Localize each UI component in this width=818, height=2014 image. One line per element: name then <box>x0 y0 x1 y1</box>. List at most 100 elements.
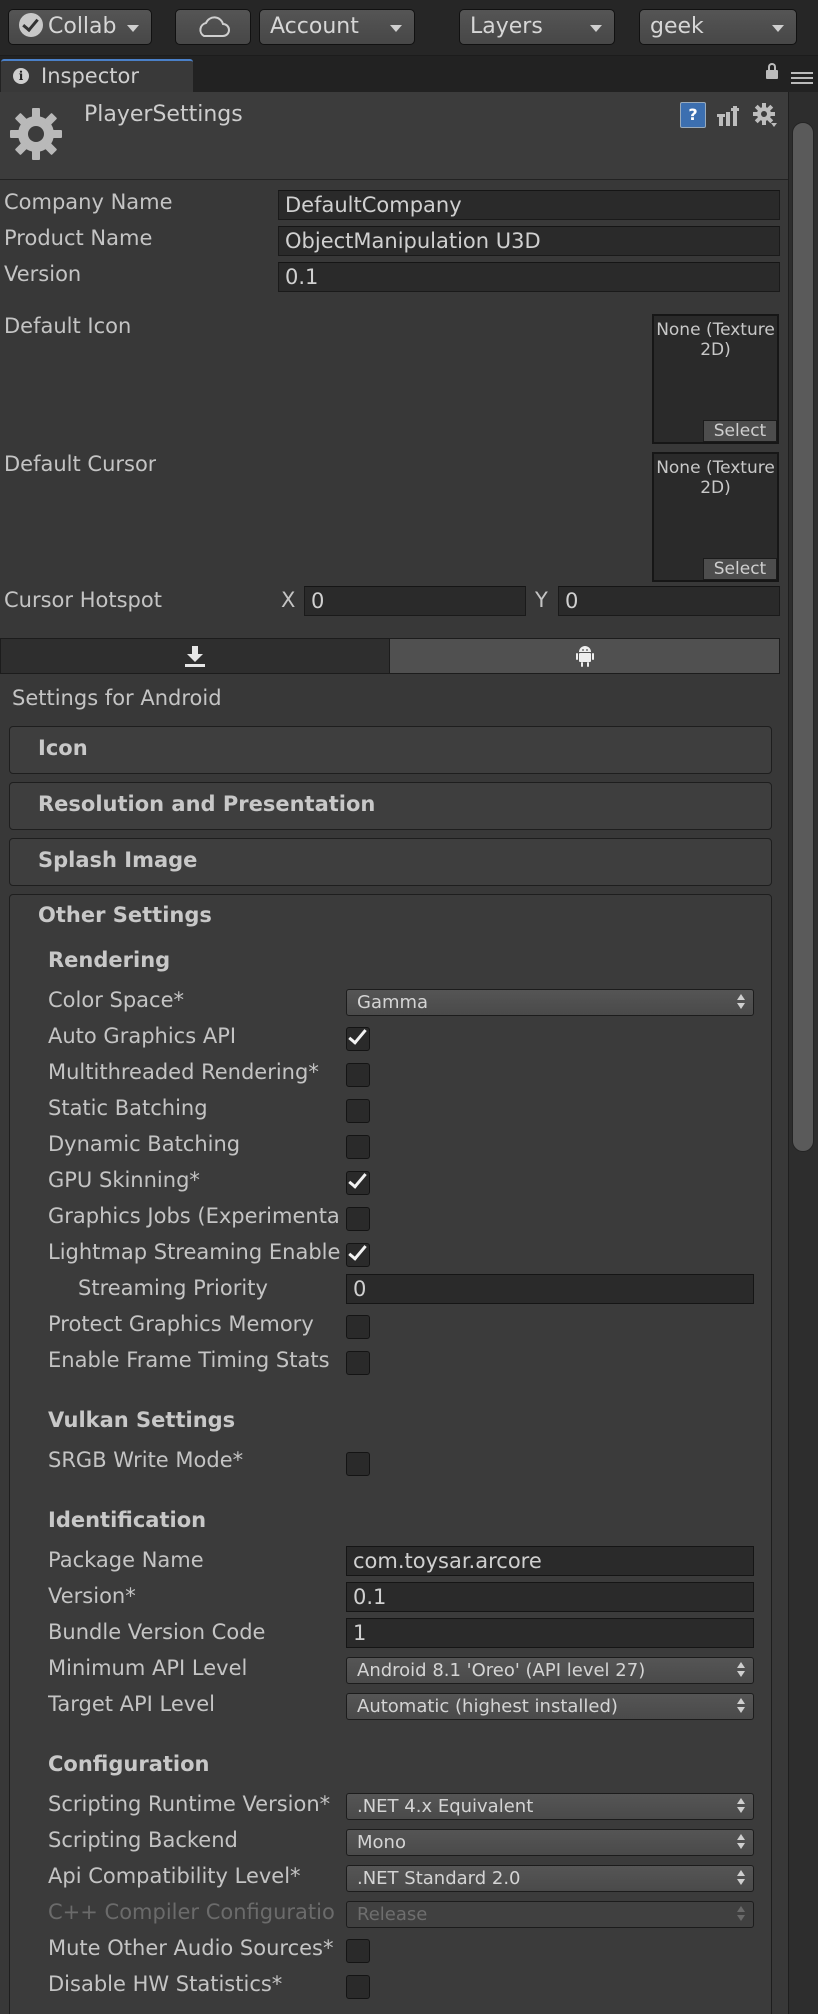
bundle-version-code-field[interactable]: 1 <box>346 1618 754 1648</box>
default-icon-field[interactable]: None (Texture 2D) Select <box>652 314 779 444</box>
cloud-button[interactable] <box>175 9 251 45</box>
hotspot-x-field[interactable]: 0 <box>304 586 526 616</box>
lightmap-streaming-label: Lightmap Streaming Enable <box>48 1240 340 1264</box>
settings-for-platform-title: Settings for Android <box>12 686 222 710</box>
scripting-backend-value: Mono <box>357 1832 406 1853</box>
minimum-api-level-dropdown[interactable]: Android 8.1 'Oreo' (API level 27) <box>346 1657 754 1684</box>
layout-label: geek <box>650 14 704 39</box>
hotspot-y-field[interactable]: 0 <box>558 586 780 616</box>
default-cursor-value: None (Texture 2D) <box>656 458 775 498</box>
foldout-other-settings-label[interactable]: Other Settings <box>38 903 212 927</box>
api-compatibility-label: Api Compatibility Level* <box>48 1864 301 1888</box>
tab-menu-icon[interactable] <box>791 72 813 84</box>
color-space-dropdown[interactable]: Gamma <box>346 989 754 1016</box>
download-icon <box>185 646 205 667</box>
multithreaded-rendering-label: Multithreaded Rendering* <box>48 1060 319 1084</box>
api-compatibility-dropdown[interactable]: .NET Standard 2.0 <box>346 1865 754 1892</box>
scrollbar-thumb[interactable] <box>792 122 814 1152</box>
component-menu-gear-icon[interactable] <box>752 102 778 128</box>
gpu-skinning-checkbox[interactable] <box>346 1169 370 1195</box>
foldout-icon[interactable]: Icon <box>9 726 772 774</box>
preset-icon[interactable] <box>716 102 742 128</box>
color-space-label: Color Space* <box>48 988 184 1012</box>
tab-standalone[interactable] <box>1 639 390 673</box>
layout-dropdown[interactable]: geek <box>639 9 797 45</box>
tab-bar: i Inspector <box>0 56 818 92</box>
checkmark-icon <box>348 1169 367 1189</box>
info-icon: i <box>13 68 29 84</box>
dropdown-arrows-icon <box>737 994 745 1010</box>
disable-hw-statistics-label: Disable HW Statistics* <box>48 1972 283 1996</box>
mute-audio-sources-label: Mute Other Audio Sources* <box>48 1936 334 1960</box>
srgb-write-mode-checkbox[interactable] <box>346 1452 370 1476</box>
tab-android[interactable] <box>390 639 779 673</box>
mute-audio-sources-checkbox[interactable] <box>346 1939 370 1963</box>
minimum-api-level-value: Android 8.1 'Oreo' (API level 27) <box>357 1660 646 1681</box>
configuration-heading: Configuration <box>48 1752 210 1776</box>
chevron-down-icon <box>390 25 402 32</box>
default-cursor-field[interactable]: None (Texture 2D) Select <box>652 452 779 582</box>
frame-timing-stats-label: Enable Frame Timing Stats <box>48 1348 330 1372</box>
default-cursor-label: Default Cursor <box>4 452 157 476</box>
dropdown-arrows-icon <box>737 1834 745 1850</box>
company-name-label: Company Name <box>4 190 173 214</box>
identification-version-label: Version* <box>48 1584 136 1608</box>
scripting-backend-label: Scripting Backend <box>48 1828 238 1852</box>
lightmap-streaming-checkbox[interactable] <box>346 1241 370 1267</box>
vertical-scrollbar[interactable] <box>788 92 818 2014</box>
product-name-field[interactable]: ObjectManipulation U3D <box>278 226 780 256</box>
static-batching-label: Static Batching <box>48 1096 208 1120</box>
chevron-down-icon <box>127 25 139 32</box>
default-cursor-select-button[interactable]: Select <box>703 558 777 580</box>
cloud-icon <box>199 16 230 37</box>
version-label: Version <box>4 262 82 286</box>
cpp-compiler-config-value: Release <box>357 1904 428 1925</box>
default-icon-label: Default Icon <box>4 314 132 338</box>
frame-timing-stats-checkbox[interactable] <box>346 1351 370 1375</box>
collab-dropdown[interactable]: Collab <box>8 9 152 45</box>
static-batching-checkbox[interactable] <box>346 1099 370 1123</box>
auto-graphics-api-checkbox[interactable] <box>346 1025 370 1051</box>
streaming-priority-field[interactable]: 0 <box>346 1274 754 1304</box>
graphics-jobs-checkbox[interactable] <box>346 1207 370 1231</box>
account-dropdown[interactable]: Account <box>259 9 415 45</box>
chevron-down-icon <box>590 25 602 32</box>
dropdown-arrows-icon <box>737 1906 745 1922</box>
version-field[interactable]: 0.1 <box>278 262 780 292</box>
help-icon[interactable]: ? <box>680 102 706 128</box>
foldout-resolution[interactable]: Resolution and Presentation <box>9 782 772 830</box>
foldout-splash-image[interactable]: Splash Image <box>9 838 772 886</box>
color-space-value: Gamma <box>357 992 429 1013</box>
company-name-field[interactable]: DefaultCompany <box>278 190 780 220</box>
identification-version-field[interactable]: 0.1 <box>346 1582 754 1612</box>
inspector-header: PlayerSettings ? <box>0 92 788 180</box>
protect-graphics-memory-label: Protect Graphics Memory <box>48 1312 314 1336</box>
hotspot-y-label: Y <box>535 588 548 612</box>
platform-tabs <box>0 638 780 674</box>
hotspot-x-label: X <box>281 588 296 612</box>
scripting-runtime-label: Scripting Runtime Version* <box>48 1792 331 1816</box>
disable-hw-statistics-checkbox[interactable] <box>346 1975 370 1999</box>
target-api-level-label: Target API Level <box>48 1692 215 1716</box>
android-icon <box>576 646 594 667</box>
multithreaded-rendering-checkbox[interactable] <box>346 1063 370 1087</box>
cpp-compiler-config-label: C++ Compiler Configuratio <box>48 1900 335 1924</box>
identification-heading: Identification <box>48 1508 207 1532</box>
graphics-jobs-label: Graphics Jobs (Experimenta <box>48 1204 340 1228</box>
target-api-level-dropdown[interactable]: Automatic (highest installed) <box>346 1693 754 1720</box>
default-icon-value: None (Texture 2D) <box>656 320 775 360</box>
checkmark-icon <box>348 1241 367 1261</box>
package-name-field[interactable]: com.toysar.arcore <box>346 1546 754 1576</box>
dynamic-batching-checkbox[interactable] <box>346 1135 370 1159</box>
tab-inspector[interactable]: i Inspector <box>1 59 193 92</box>
lock-icon[interactable] <box>766 63 778 79</box>
package-name-label: Package Name <box>48 1548 204 1572</box>
scripting-runtime-dropdown[interactable]: .NET 4.x Equivalent <box>346 1793 754 1820</box>
layers-dropdown[interactable]: Layers <box>459 9 615 45</box>
srgb-write-mode-label: SRGB Write Mode* <box>48 1448 244 1472</box>
toolbar: Collab Account Layers geek <box>0 0 818 56</box>
default-icon-select-button[interactable]: Select <box>703 420 777 442</box>
protect-graphics-memory-checkbox[interactable] <box>346 1315 370 1339</box>
scripting-backend-dropdown[interactable]: Mono <box>346 1829 754 1856</box>
gpu-skinning-label: GPU Skinning* <box>48 1168 200 1192</box>
